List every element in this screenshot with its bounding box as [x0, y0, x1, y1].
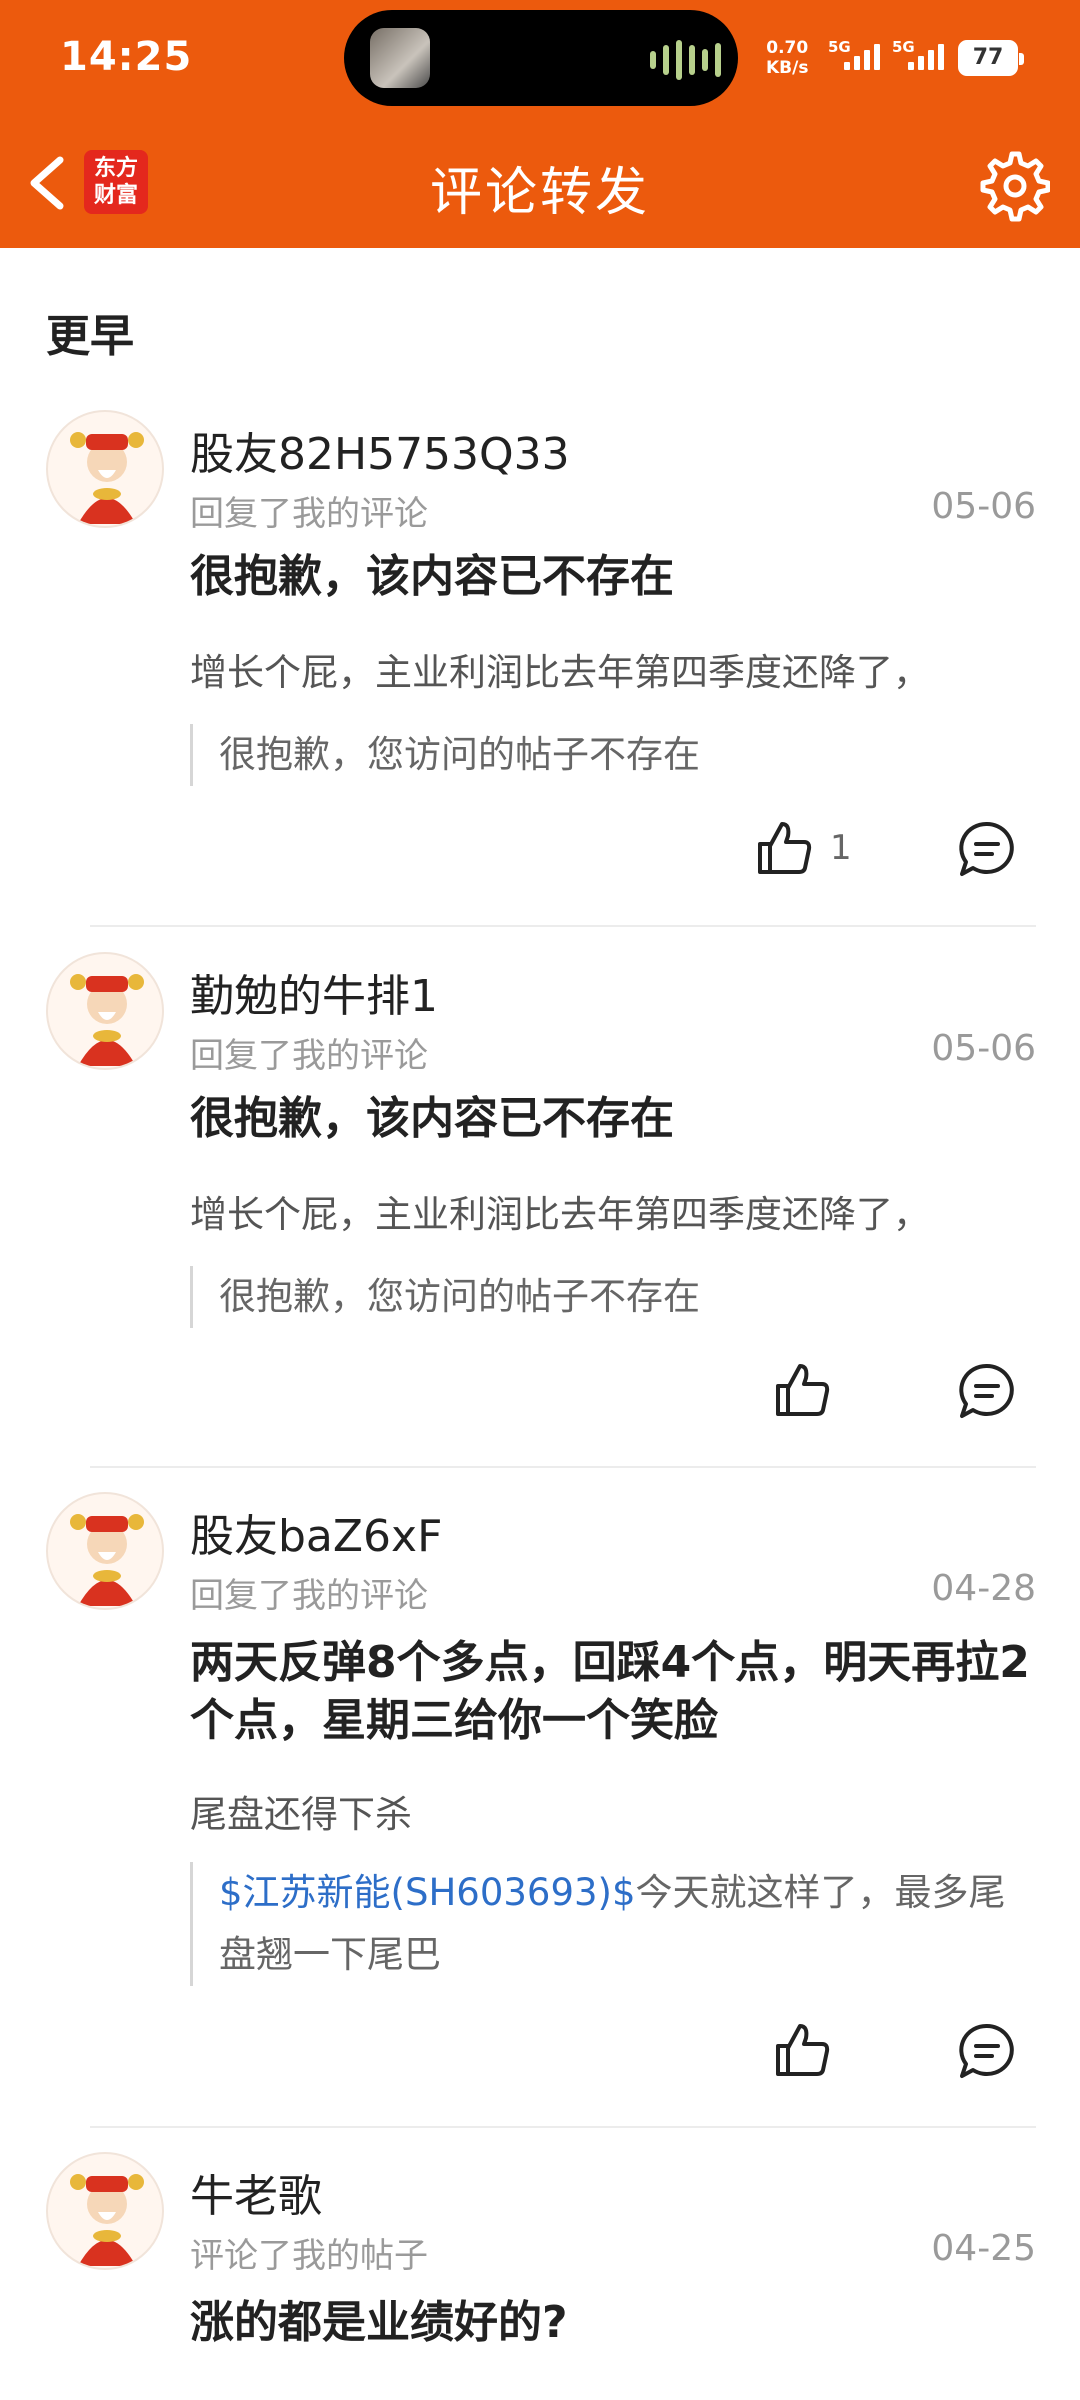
thumbs-up-icon[interactable]: [772, 2020, 832, 2080]
thumbs-up-icon[interactable]: [754, 818, 814, 878]
username[interactable]: 股友82H5753Q33: [190, 418, 570, 482]
action-label: 回复了我的评论: [190, 1576, 428, 1616]
quoted-text[interactable]: $江苏新能(SH603693)$今天就这样了，最多尾盘翘一下尾巴: [190, 1862, 1020, 1986]
caishen-avatar-icon: [70, 432, 144, 524]
post-title[interactable]: 涨的都是业绩好的?: [190, 2294, 1030, 2352]
reply-text[interactable]: 尾盘还得下杀: [190, 1784, 1040, 1838]
reply-text[interactable]: 增长个屁，主业利润比去年第四季度还降了，: [190, 642, 1040, 696]
action-label: 回复了我的评论: [190, 494, 428, 534]
status-time: 14:25: [60, 34, 193, 80]
divider: [90, 1466, 1036, 1468]
avatar[interactable]: [46, 2152, 164, 2270]
signal-icon-1: [844, 44, 880, 70]
divider: [90, 925, 1036, 927]
battery-level: 77: [972, 45, 1004, 70]
avatar[interactable]: [46, 1492, 164, 1610]
date-label: 04-28: [931, 1568, 1036, 1609]
stock-link[interactable]: $江苏新能(SH603693)$: [219, 1871, 636, 1914]
quoted-text[interactable]: 很抱歉，您访问的帖子不存在: [190, 1266, 1020, 1328]
date-label: 05-06: [931, 1028, 1036, 1069]
username[interactable]: 牛老歌: [190, 2160, 322, 2224]
battery-icon: 77: [958, 40, 1024, 76]
media-thumbnail: [370, 28, 430, 88]
thumbs-up-icon[interactable]: [772, 1360, 832, 1420]
audio-wave-icon: [650, 40, 721, 80]
top-bar: 14:25 0.70 KB/s 5G 5G 77 东方 财富 评论转发: [0, 0, 1080, 248]
post-title[interactable]: 很抱歉，该内容已不存在: [190, 548, 1030, 606]
reply-text[interactable]: 增长个屁，主业利润比去年第四季度还降了，: [190, 1184, 1040, 1238]
dynamic-island[interactable]: [344, 10, 738, 106]
avatar[interactable]: [46, 952, 164, 1070]
caishen-avatar-icon: [70, 2174, 144, 2266]
app-header: 东方 财富 评论转发: [0, 120, 1080, 248]
page-title: 评论转发: [429, 163, 650, 223]
avatar[interactable]: [46, 410, 164, 528]
network-speed-value: 0.70: [766, 38, 809, 58]
signal-icon-2: [908, 44, 944, 70]
date-label: 05-06: [931, 486, 1036, 527]
username[interactable]: 股友baZ6xF: [190, 1500, 442, 1564]
caishen-avatar-icon: [70, 1514, 144, 1606]
like-count: 1: [830, 828, 852, 868]
action-label: 回复了我的评论: [190, 1036, 428, 1076]
divider: [90, 2126, 1036, 2128]
quoted-text[interactable]: 很抱歉，您访问的帖子不存在: [190, 724, 1020, 786]
network-speed: 0.70 KB/s: [766, 38, 808, 78]
gear-icon[interactable]: [974, 148, 1050, 224]
comment-icon[interactable]: [956, 1360, 1018, 1422]
comment-icon[interactable]: [956, 818, 1018, 880]
section-title: 更早: [46, 311, 134, 362]
post-title[interactable]: 两天反弹8个多点，回踩4个点，明天再拉2个点，星期三给你一个笑脸: [190, 1634, 1030, 1750]
post-title[interactable]: 很抱歉，该内容已不存在: [190, 1090, 1030, 1148]
network-speed-unit: KB/s: [766, 58, 809, 78]
date-label: 04-25: [931, 2228, 1036, 2269]
comment-icon[interactable]: [956, 2020, 1018, 2082]
status-bar: 14:25 0.70 KB/s 5G 5G 77: [0, 0, 1080, 120]
action-label: 评论了我的帖子: [190, 2236, 428, 2276]
username[interactable]: 勤勉的牛排1: [190, 960, 438, 1024]
caishen-avatar-icon: [70, 974, 144, 1066]
